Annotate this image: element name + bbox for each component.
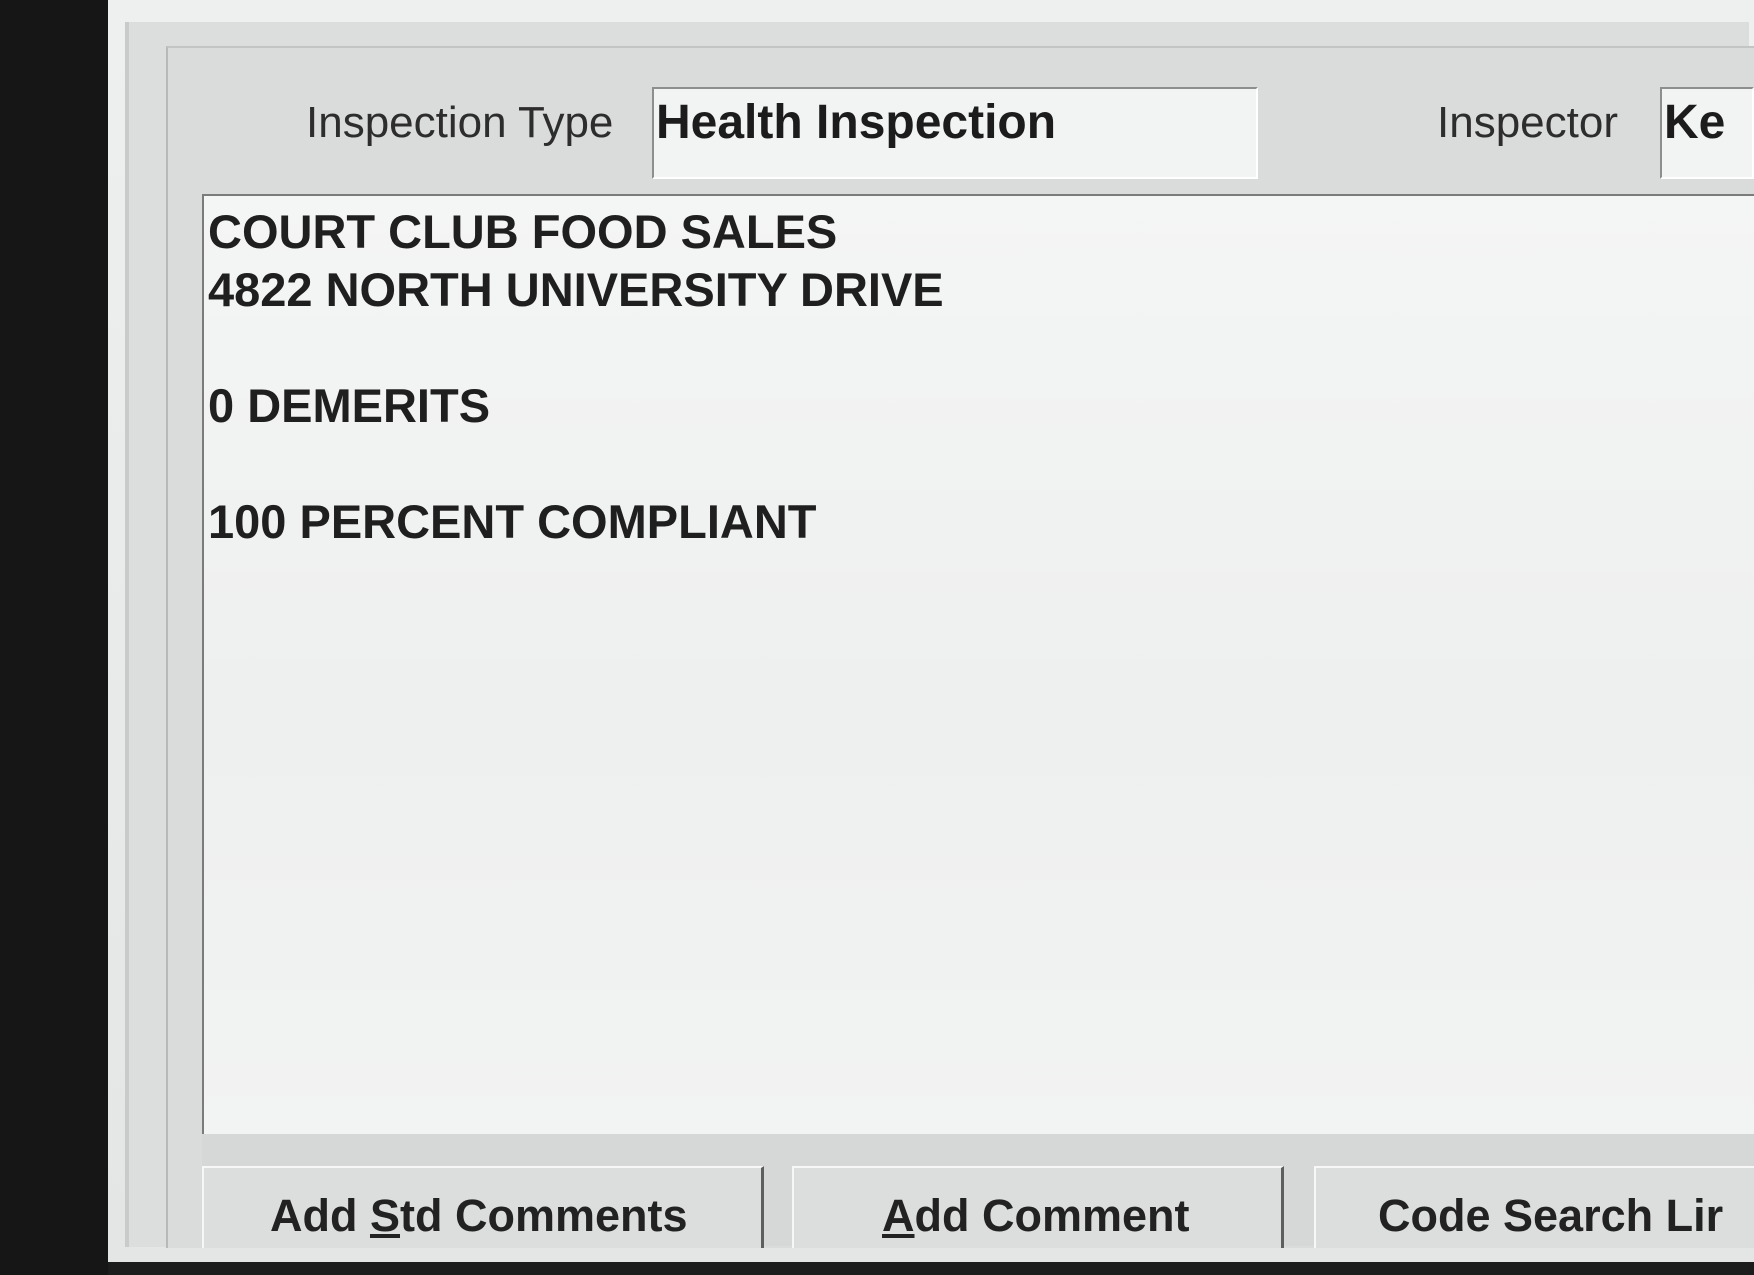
scanner-background-bottom (108, 1262, 1754, 1275)
add-std-comments-button[interactable]: Add Std Comments (202, 1166, 764, 1248)
comment-line-compliance: 100 PERCENT COMPLIANT (208, 495, 817, 548)
inspector-field[interactable]: Ke (1660, 87, 1754, 179)
inspection-type-label: Inspection Type (306, 98, 614, 147)
inspection-type-field[interactable]: Health Inspection (652, 87, 1258, 179)
add-std-comments-label-prefix: Add (270, 1190, 370, 1241)
code-search-button[interactable]: Code Search Lir (1314, 1166, 1754, 1248)
comment-line-demerits: 0 DEMERITS (208, 379, 491, 432)
comment-line-business-name: COURT CLUB FOOD SALES (208, 205, 838, 258)
scanner-background-left (0, 0, 108, 1275)
add-comment-label-suffix: dd Comment (914, 1190, 1190, 1241)
add-std-comments-label-suffix: td Comments (400, 1190, 688, 1241)
comments-textarea[interactable]: COURT CLUB FOOD SALES 4822 NORTH UNIVERS… (202, 194, 1754, 1134)
add-comment-mnemonic: A (882, 1190, 915, 1241)
code-search-label: Code Search Lir (1378, 1190, 1724, 1241)
comment-line-address: 4822 NORTH UNIVERSITY DRIVE (208, 263, 944, 316)
inspector-label: Inspector (1437, 98, 1618, 147)
add-std-comments-mnemonic: S (369, 1190, 400, 1241)
add-comment-button[interactable]: Add Comment (792, 1166, 1284, 1248)
